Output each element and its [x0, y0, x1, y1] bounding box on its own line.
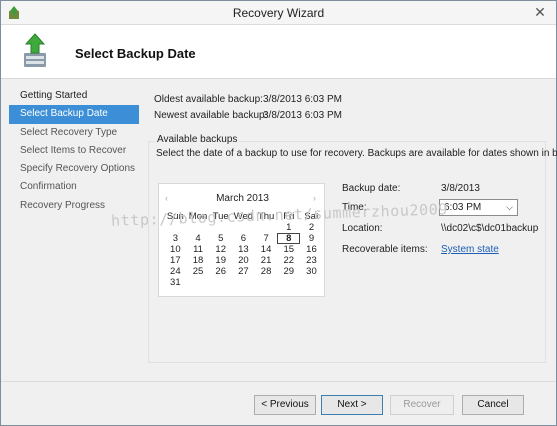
previous-button[interactable]: < Previous	[254, 395, 316, 415]
calendar-day[interactable]: 21	[255, 255, 278, 266]
calendar-empty-cell	[164, 222, 187, 233]
weekday-label: Sun	[166, 211, 184, 222]
calendar-day[interactable]: 3	[164, 233, 187, 244]
calendar-day[interactable]: 2	[300, 222, 323, 233]
calendar-month-label: March 2013	[216, 193, 269, 204]
calendar-day[interactable]: 5	[209, 233, 232, 244]
calendar-day[interactable]: 13	[232, 244, 255, 255]
next-button[interactable]: Next >	[321, 395, 383, 415]
newest-backup-value: 3/8/2013 6:03 PM	[263, 110, 342, 121]
oldest-backup-value: 3/8/2013 6:03 PM	[263, 94, 342, 105]
available-backups-description: Select the date of a backup to use for r…	[156, 148, 557, 159]
calendar-day[interactable]: 11	[187, 244, 210, 255]
calendar-empty-cell	[187, 277, 210, 288]
cancel-button[interactable]: Cancel	[462, 395, 524, 415]
wizard-steps-nav: Getting Started Select Backup Date Selec…	[9, 87, 139, 215]
calendar-day[interactable]: 7	[255, 233, 278, 244]
calendar-empty-cell	[255, 277, 278, 288]
calendar-week-row: 31	[164, 277, 323, 288]
weekday-label: Wed	[233, 211, 254, 222]
page-title: Select Backup Date	[75, 46, 196, 61]
weekday-label: Fri	[283, 211, 295, 222]
calendar-day[interactable]: 4	[187, 233, 210, 244]
calendar-day[interactable]: 31	[164, 277, 187, 288]
weekday-label: Tue	[212, 211, 229, 222]
step-confirmation: Confirmation	[20, 181, 77, 193]
backup-restore-icon	[15, 31, 55, 71]
calendar-day[interactable]: 30	[300, 266, 323, 277]
calendar-day[interactable]: 27	[232, 266, 255, 277]
backup-date-label: Backup date:	[342, 183, 401, 194]
calendar-day[interactable]: 20	[232, 255, 255, 266]
time-label: Time:	[342, 202, 367, 213]
calendar-empty-cell	[187, 222, 210, 233]
calendar-empty-cell	[232, 222, 255, 233]
calendar-empty-cell	[232, 277, 255, 288]
step-recovery-progress: Recovery Progress	[20, 199, 106, 211]
weekday-label: Thu	[257, 211, 275, 222]
calendar-day[interactable]: 10	[164, 244, 187, 255]
calendar-empty-cell	[300, 277, 323, 288]
calendar-empty-cell	[277, 277, 300, 288]
backup-date-calendar[interactable]: ‹ March 2013 › Sun Mon Tue Wed Thu Fri Sat 1 2 3 4…	[158, 183, 325, 297]
time-select-value: 6:03 PM	[444, 202, 482, 213]
calendar-empty-cell	[255, 222, 278, 233]
weekday-label: Mon	[188, 211, 208, 222]
calendar-day[interactable]: 22	[277, 255, 300, 266]
window-title: Recovery Wizard	[232, 6, 325, 20]
calendar-week-row: 24 25 26 27 28 29 30	[164, 266, 323, 277]
wizard-header: Select Backup Date	[1, 25, 556, 79]
close-button[interactable]: ✕	[530, 3, 550, 21]
calendar-day[interactable]: 9	[300, 233, 323, 244]
calendar-day[interactable]: 6	[232, 233, 255, 244]
calendar-day[interactable]: 26	[209, 266, 232, 277]
calendar-empty-cell	[209, 277, 232, 288]
step-specify-recovery-options: Specify Recovery Options	[20, 163, 136, 175]
calendar-week-row: 12	[164, 222, 323, 233]
calendar-day[interactable]: 25	[187, 266, 210, 277]
calendar-day[interactable]: 17	[164, 255, 187, 266]
weekday-header-row: Sun Mon Tue Wed Thu Fri Sat	[164, 211, 323, 222]
step-getting-started[interactable]: Getting Started	[9, 87, 139, 105]
chevron-down-icon: ⌵	[506, 202, 513, 212]
backup-date-value: 3/8/2013	[441, 183, 480, 194]
calendar-day[interactable]: 24	[164, 266, 187, 277]
calendar-day[interactable]: 19	[209, 255, 232, 266]
newest-backup-label: Newest available backup:	[154, 110, 268, 121]
system-state-link[interactable]: System state	[441, 244, 499, 255]
calendar-week-row: 17 18 19 20 21 22 23	[164, 255, 323, 266]
location-label: Location:	[342, 223, 383, 234]
title-bar[interactable]: Recovery Wizard ✕	[1, 1, 556, 25]
calendar-day-selected[interactable]: 8	[277, 233, 301, 244]
calendar-day[interactable]: 16	[300, 244, 323, 255]
calendar-week-row: 10 11 12 13 14 15 16	[164, 244, 323, 255]
calendar-empty-cell	[209, 222, 232, 233]
location-value: \\dc02\c$\dc01backup	[441, 223, 539, 234]
recovery-wizard-window: Recovery Wizard ✕ Select Backup Date Get…	[0, 0, 557, 426]
available-backups-label: Available backups	[155, 134, 240, 145]
step-select-recovery-type: Select Recovery Type	[20, 126, 118, 138]
oldest-backup-label: Oldest available backup:	[154, 94, 263, 105]
calendar-day[interactable]: 18	[187, 255, 210, 266]
calendar-day[interactable]: 15	[277, 244, 300, 255]
calendar-grid: Sun Mon Tue Wed Thu Fri Sat 1 2 3 4 5 6 7 8 9 10 11 12 13 14…	[164, 211, 323, 288]
calendar-day[interactable]: 28	[255, 266, 278, 277]
calendar-day[interactable]: 14	[255, 244, 278, 255]
recoverable-items-label: Recoverable items:	[342, 244, 428, 255]
step-select-backup-date[interactable]: Select Backup Date	[9, 105, 139, 124]
weekday-label: Sat	[304, 211, 319, 222]
calendar-day[interactable]: 29	[277, 266, 300, 277]
calendar-week-row: 3456789	[164, 233, 323, 244]
next-month-button[interactable]: ›	[313, 193, 316, 203]
step-select-items-to-recover: Select Items to Recover	[20, 144, 127, 156]
calendar-day[interactable]: 1	[277, 222, 300, 233]
recover-button[interactable]: Recover	[390, 395, 454, 415]
calendar-day[interactable]: 23	[300, 255, 323, 266]
calendar-day[interactable]: 12	[209, 244, 232, 255]
time-select[interactable]: 6:03 PM ⌵	[439, 199, 518, 216]
